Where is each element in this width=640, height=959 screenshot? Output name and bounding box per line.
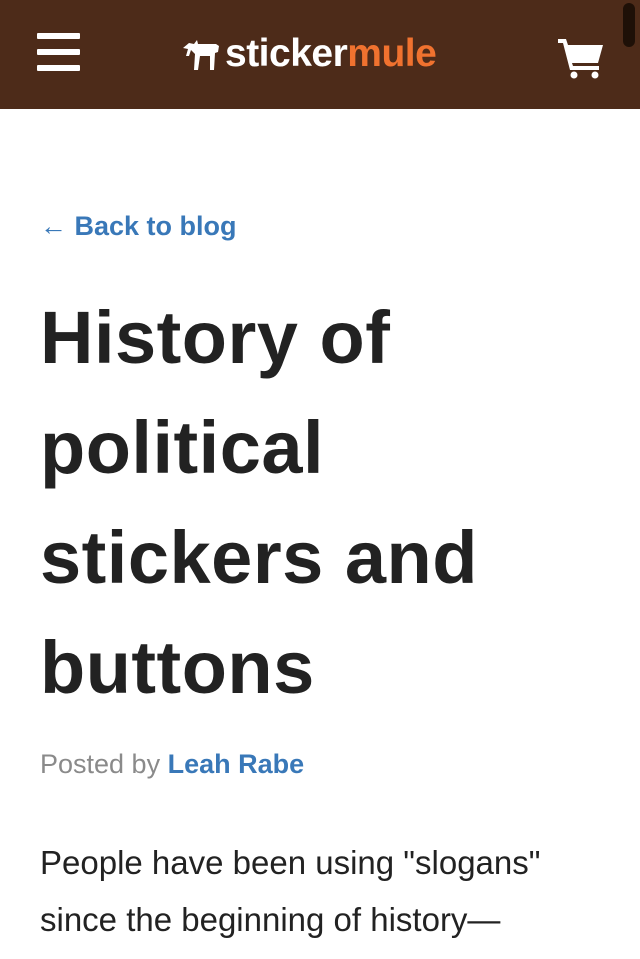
shopping-cart-icon[interactable] xyxy=(557,37,605,79)
scrollbar-thumb[interactable] xyxy=(623,3,635,47)
author-link[interactable]: Leah Rabe xyxy=(168,749,305,779)
back-to-blog-link[interactable]: ← Back to blog xyxy=(40,211,237,242)
mule-icon xyxy=(183,40,219,70)
posted-by-prefix: Posted by xyxy=(40,749,168,779)
logo-word-sticker: sticker xyxy=(225,32,348,75)
site-header: sticker mule xyxy=(0,0,640,109)
sticker-mule-logo[interactable]: sticker mule xyxy=(180,29,437,79)
hamburger-menu-icon[interactable] xyxy=(37,33,80,73)
logo-word-mule: mule xyxy=(347,32,437,75)
article-title: History of political stickers and button… xyxy=(40,296,478,709)
posted-by: Posted by Leah Rabe xyxy=(40,749,304,780)
article-intro: People have been using "slogans" since t… xyxy=(40,844,541,938)
